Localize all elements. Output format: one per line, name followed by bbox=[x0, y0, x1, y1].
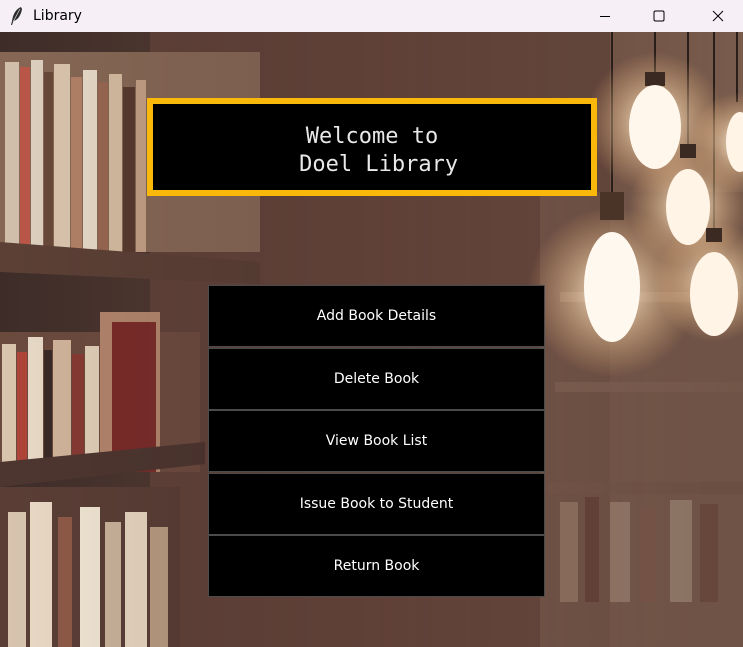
main-content: Welcome to Doel Library Add Book Details… bbox=[0, 32, 743, 647]
window-title: Library bbox=[33, 8, 82, 24]
app-window: Library Welcome to Doel Library Add Book… bbox=[0, 0, 743, 647]
maximize-icon bbox=[653, 10, 665, 22]
issue-book-to-student-button[interactable]: Issue Book to Student bbox=[208, 473, 545, 535]
welcome-heading: Welcome to Doel Library bbox=[153, 123, 591, 179]
welcome-line-2: Doel Library bbox=[299, 152, 459, 177]
add-book-details-button[interactable]: Add Book Details bbox=[208, 285, 545, 347]
welcome-banner: Welcome to Doel Library bbox=[147, 98, 597, 196]
minimize-icon bbox=[600, 16, 610, 17]
delete-book-button[interactable]: Delete Book bbox=[208, 348, 545, 410]
title-bar[interactable]: Library bbox=[0, 0, 743, 32]
close-icon bbox=[712, 10, 724, 22]
close-button[interactable] bbox=[695, 0, 741, 32]
welcome-line-1: Welcome to bbox=[305, 124, 439, 149]
view-book-list-button[interactable]: View Book List bbox=[208, 410, 545, 472]
return-book-button[interactable]: Return Book bbox=[208, 535, 545, 597]
feather-icon bbox=[11, 7, 22, 25]
minimize-button[interactable] bbox=[582, 0, 628, 32]
maximize-button[interactable] bbox=[636, 0, 682, 32]
